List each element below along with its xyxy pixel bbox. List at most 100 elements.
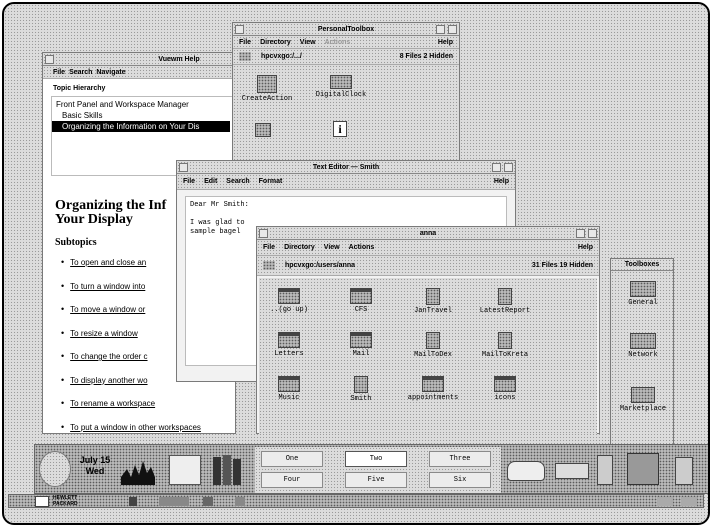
file-item[interactable]: Music xyxy=(259,376,319,402)
maximize-button[interactable] xyxy=(448,25,457,34)
bullet-icon: • xyxy=(61,280,65,291)
toolbox-file-area[interactable]: CreateAction DigitalClock i xyxy=(233,65,459,171)
style-manager-icon[interactable] xyxy=(627,453,659,485)
cpu-load-icon[interactable] xyxy=(121,457,155,485)
subtopic-item[interactable]: • To put a window in other workspaces xyxy=(57,422,201,432)
subtopic-item[interactable]: • To rename a workspace xyxy=(57,398,155,408)
editor-titlebar[interactable]: Text Editor — Smith xyxy=(177,161,515,174)
menu-search[interactable]: Search xyxy=(69,69,92,76)
topic-item[interactable]: Front Panel and Workspace Manager xyxy=(56,99,230,110)
books-icon[interactable] xyxy=(213,455,245,485)
subtopic-link[interactable]: To move a window or xyxy=(70,305,145,314)
subtopic-link[interactable]: To display another wo xyxy=(70,376,147,385)
window-menu-button[interactable] xyxy=(179,163,188,172)
digital-clock-item[interactable]: DigitalClock xyxy=(311,75,371,99)
file-item[interactable]: Smith xyxy=(331,376,391,403)
menu-directory[interactable]: Directory xyxy=(284,244,315,251)
menu-file[interactable]: File xyxy=(183,178,195,185)
subtopic-item[interactable]: • To resize a window xyxy=(57,328,138,338)
file-item[interactable]: CFS xyxy=(331,288,391,314)
minimize-button[interactable] xyxy=(492,163,501,172)
clock-icon[interactable] xyxy=(39,451,71,487)
file-item[interactable]: JanTravel xyxy=(403,288,463,315)
help-viewer-titlebar[interactable]: Vuewm Help xyxy=(43,53,235,66)
lock-icon[interactable] xyxy=(129,497,137,506)
subtopic-link[interactable]: To change the order c xyxy=(70,352,147,361)
subtopic-item[interactable]: • To change the order c xyxy=(57,351,148,361)
terminal-icon[interactable] xyxy=(203,497,213,506)
subtopic-item[interactable]: • To display another wo xyxy=(57,375,148,385)
create-action-item[interactable]: CreateAction xyxy=(237,75,297,103)
info-icon[interactable]: i xyxy=(333,121,347,137)
tools-icon[interactable] xyxy=(597,455,613,485)
workspace-button-six[interactable]: Six xyxy=(429,472,491,488)
workspace-button-two[interactable]: Two xyxy=(345,451,407,467)
minimize-button[interactable] xyxy=(436,25,445,34)
busy-icon[interactable] xyxy=(681,497,697,506)
folder-icon xyxy=(239,52,251,61)
trash-icon[interactable] xyxy=(675,457,693,485)
menu-actions[interactable]: Actions xyxy=(325,39,351,46)
menu-format[interactable]: Format xyxy=(259,178,283,185)
file-item[interactable]: Mail xyxy=(331,332,391,358)
brand-line2: PACKARD xyxy=(53,501,78,507)
file-item[interactable]: LatestReport xyxy=(475,288,535,315)
subtopic-link[interactable]: To put a window in other workspaces xyxy=(70,423,201,432)
subtopic-link[interactable]: To resize a window xyxy=(70,329,138,338)
toolboxes-subpanel[interactable]: Toolboxes General Network Marketplace xyxy=(610,258,674,448)
subtopic-link[interactable]: To turn a window into xyxy=(70,282,145,291)
menu-actions[interactable]: Actions xyxy=(349,244,375,251)
menu-help[interactable]: Help xyxy=(494,178,509,185)
workspace-button-one[interactable]: One xyxy=(261,451,323,467)
menu-view[interactable]: View xyxy=(300,39,316,46)
file-item[interactable]: icons xyxy=(475,376,535,402)
menu-directory[interactable]: Directory xyxy=(260,39,291,46)
file-grid[interactable]: ..(go up) CFS JanTravel LatestReport Letters… xyxy=(259,278,597,434)
printer-icon[interactable] xyxy=(555,463,589,479)
window-menu-button[interactable] xyxy=(259,229,268,238)
help-icon[interactable] xyxy=(235,497,245,506)
file-manager-window[interactable]: anna File Directory View Actions Help hp… xyxy=(256,226,600,434)
menu-help[interactable]: Help xyxy=(438,39,453,46)
topic-item-selected[interactable]: Organizing the Information on Your Dis xyxy=(52,121,230,132)
date-display[interactable]: July 15 Wed xyxy=(75,455,115,477)
mail-icon[interactable] xyxy=(159,497,189,506)
menu-navigate[interactable]: Navigate xyxy=(96,69,125,76)
menu-help[interactable]: Help xyxy=(578,244,593,251)
minimize-button[interactable] xyxy=(576,229,585,238)
file-item[interactable]: Letters xyxy=(259,332,319,358)
file-item[interactable]: MailToDex xyxy=(403,332,463,359)
toolbox-general[interactable]: General xyxy=(613,281,673,307)
maximize-button[interactable] xyxy=(504,163,513,172)
menu-file[interactable]: File xyxy=(263,244,275,251)
toolbox-network[interactable]: Network xyxy=(613,333,673,359)
menu-file[interactable]: File xyxy=(53,69,65,76)
personal-toolbox-window[interactable]: PersonalToolbox File Directory View Acti… xyxy=(232,22,460,172)
file-manager-titlebar[interactable]: anna xyxy=(257,227,599,240)
menu-file[interactable]: File xyxy=(239,39,251,46)
calendar-icon[interactable] xyxy=(169,455,201,485)
toolbox-marketplace[interactable]: Marketplace xyxy=(613,387,673,413)
window-menu-button[interactable] xyxy=(45,55,54,64)
subtopic-item[interactable]: • To turn a window into xyxy=(57,281,145,291)
file-item[interactable]: appointments xyxy=(403,376,463,402)
window-menu-button[interactable] xyxy=(235,25,244,34)
car-icon[interactable] xyxy=(507,461,545,481)
action-icon[interactable] xyxy=(255,123,271,137)
topic-item[interactable]: Basic Skills xyxy=(56,110,230,121)
workspace-button-four[interactable]: Four xyxy=(261,472,323,488)
file-item[interactable]: ..(go up) xyxy=(259,288,319,314)
workspace-button-three[interactable]: Three xyxy=(429,451,491,467)
subtopic-link[interactable]: To open and close an xyxy=(70,258,146,267)
menu-edit[interactable]: Edit xyxy=(204,178,217,185)
exit-icon[interactable] xyxy=(657,497,673,506)
toolbox-titlebar[interactable]: PersonalToolbox xyxy=(233,23,459,36)
subtopic-item[interactable]: • To move a window or xyxy=(57,304,145,314)
subtopic-link[interactable]: To rename a workspace xyxy=(70,399,155,408)
menu-view[interactable]: View xyxy=(324,244,340,251)
workspace-button-five[interactable]: Five xyxy=(345,472,407,488)
subtopic-item[interactable]: • To open and close an xyxy=(57,257,146,267)
maximize-button[interactable] xyxy=(588,229,597,238)
file-item[interactable]: MailToKreta xyxy=(475,332,535,359)
menu-search[interactable]: Search xyxy=(226,178,249,185)
